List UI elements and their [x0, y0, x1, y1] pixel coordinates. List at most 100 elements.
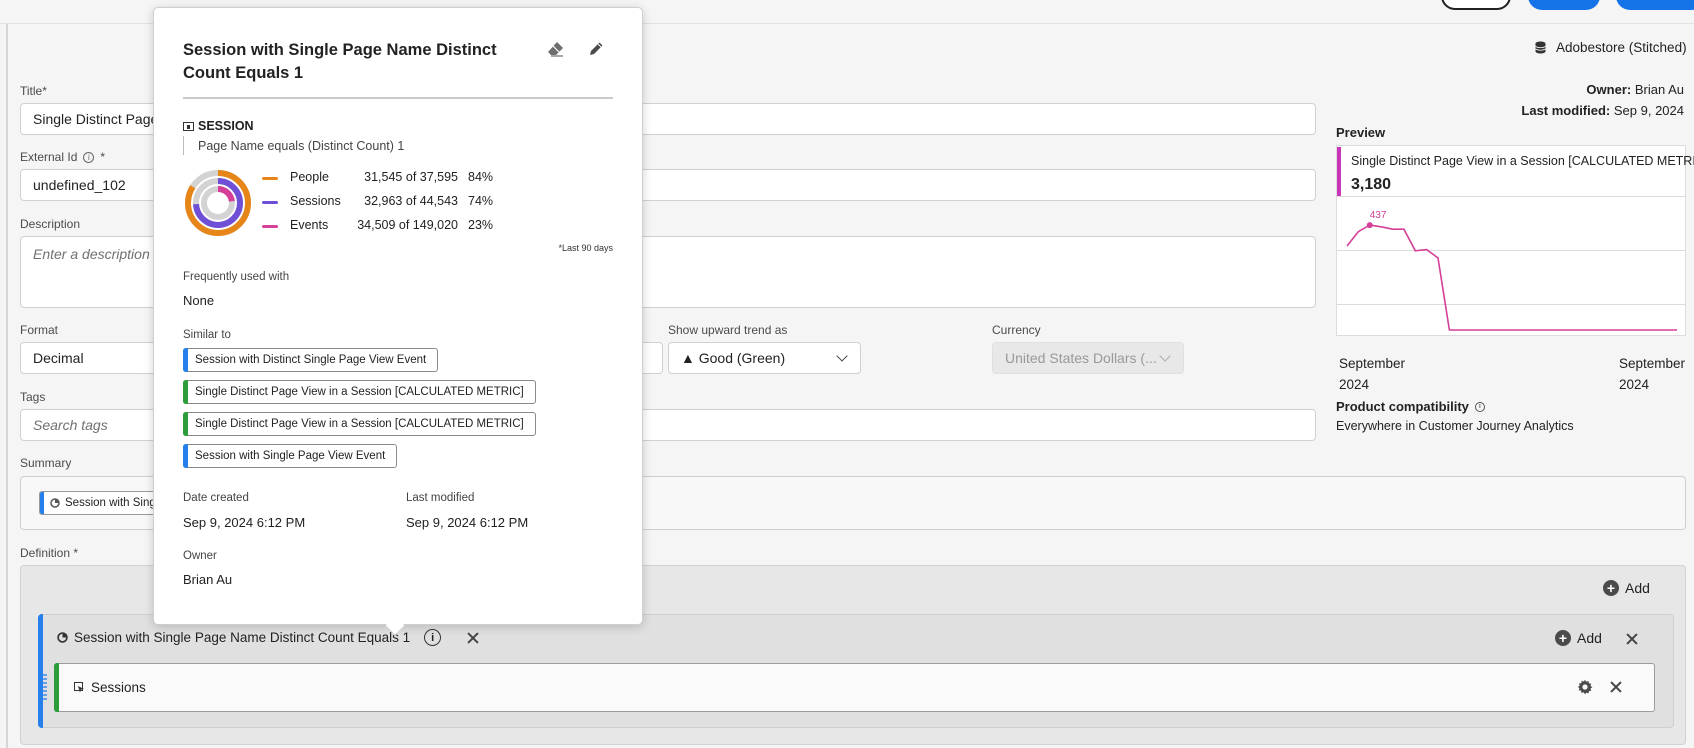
segment-add-button[interactable]: + Add	[1555, 630, 1602, 646]
preview-metric-name: Single Distinct Page View in a Session […	[1351, 154, 1694, 168]
left-divider	[6, 24, 8, 748]
similar-label: Similar to	[183, 329, 231, 341]
x-tick-start-year: 2024	[1339, 377, 1370, 392]
events-pct: 23%	[468, 218, 494, 232]
close-icon	[1626, 633, 1638, 645]
people-name: People	[290, 170, 329, 184]
trend-dropdown[interactable]: ▲ Good (Green)	[668, 342, 861, 374]
product-compat-label: Product compatibility i	[1336, 399, 1485, 414]
info-icon[interactable]: i	[1474, 401, 1485, 412]
currency-dropdown[interactable]: United States Dollars (...	[992, 342, 1184, 374]
format-value: Decimal	[33, 350, 84, 366]
similar-chip[interactable]: Single Distinct Page View in a Session […	[183, 412, 536, 436]
eraser-icon	[548, 42, 563, 57]
peak-label: 437	[1370, 210, 1387, 221]
popover-modified-label: Last modified	[406, 492, 475, 504]
info-icon[interactable]: i	[424, 629, 442, 646]
freq-value: None	[183, 293, 215, 308]
trend-value: ▲ Good (Green)	[681, 350, 786, 366]
owner-value: Brian Au	[1634, 82, 1684, 97]
last-modified-line: Last modified: Sep 9, 2024	[1521, 103, 1684, 118]
sessions-value: 32,963 of 44,543	[364, 194, 458, 208]
similar-chip-label: Single Distinct Page View in a Session […	[195, 418, 524, 430]
preview-total: 3,180	[1351, 176, 1392, 193]
tags-label: Tags	[20, 390, 46, 404]
add-circle-icon: +	[1555, 630, 1571, 646]
gear-icon	[1577, 679, 1593, 695]
similar-chip[interactable]: Single Distinct Page View in a Session […	[183, 380, 536, 404]
data-source-name: Adobestore (Stitched)	[1556, 40, 1687, 55]
events-value: 34,509 of 149,020	[357, 218, 458, 232]
freq-label: Frequently used with	[183, 271, 290, 283]
popover-title: Session with Single Page Name Distinct C…	[183, 41, 497, 82]
rule-text-value: Page Name equals (Distinct Count) 1	[198, 139, 405, 153]
container-type-label: SESSION	[198, 119, 254, 133]
events-legend-swatch	[262, 225, 278, 228]
data-source-selector[interactable]: Adobestore (Stitched)	[1535, 40, 1687, 55]
owner-label: Owner:	[1586, 82, 1632, 97]
product-compat-value: Everywhere in Customer Journey Analytics	[1336, 419, 1574, 433]
last-modified-value: Sep 9, 2024	[1613, 103, 1684, 118]
rule-text: Page Name equals (Distinct Count) 1	[183, 136, 404, 155]
save-button[interactable]	[1616, 0, 1694, 10]
peak-point	[1366, 222, 1373, 229]
remove-metric-button[interactable]	[1608, 679, 1624, 695]
popover-modified-value: Sep 9, 2024 6:12 PM	[406, 515, 529, 530]
sessions-legend-swatch	[262, 201, 278, 204]
popover-divider	[183, 97, 613, 99]
tags-placeholder: Search tags	[33, 417, 108, 433]
audience-donut-chart	[185, 170, 251, 236]
chevron-down-icon	[1159, 350, 1171, 362]
x-tick-end-month: September	[1619, 356, 1686, 371]
metric-icon	[74, 682, 84, 693]
description-label: Description	[20, 217, 81, 231]
edit-button[interactable]	[586, 40, 606, 58]
save-as-button[interactable]	[1528, 0, 1600, 10]
similar-chip[interactable]: Session with Distinct Single Page View E…	[183, 348, 439, 372]
remove-container-button[interactable]	[1624, 631, 1640, 647]
title-label: Title*	[20, 84, 47, 98]
last-modified-label: Last modified:	[1521, 103, 1611, 118]
preview-line-chart: 437	[1337, 196, 1685, 331]
summary-chip-label: Session with Singl	[65, 497, 159, 509]
preview-x-end: September 2024	[1619, 353, 1685, 395]
segment-add-label: Add	[1577, 630, 1602, 646]
required-mark: *	[100, 150, 106, 164]
preview-card: Single Distinct Page View in a Session […	[1336, 145, 1694, 336]
created-label: Date created	[183, 492, 249, 504]
trend-label: Show upward trend as	[668, 323, 788, 337]
segment-container-header: Session with Single Page Name Distinct C…	[57, 629, 481, 646]
x-tick-start-month: September	[1339, 356, 1406, 371]
container-type: SESSION	[183, 119, 254, 133]
summary-label: Summary	[20, 456, 72, 470]
definition-label: Definition *	[20, 546, 79, 560]
description-placeholder: Enter a description for	[33, 246, 170, 262]
events-name: Events	[290, 218, 329, 232]
add-circle-icon: +	[1603, 580, 1619, 596]
drag-handle-icon[interactable]	[43, 674, 47, 702]
format-label: Format	[20, 323, 59, 337]
x-tick-end-year: 2024	[1619, 377, 1650, 392]
preview-label: Preview	[1336, 125, 1386, 140]
segment-info-popover: Session with Single Page Name Distinct C…	[153, 7, 643, 636]
remove-segment-button[interactable]	[465, 630, 481, 646]
similar-chip-label: Session with Distinct Single Page View E…	[195, 354, 427, 366]
people-value: 31,545 of 37,595	[364, 170, 458, 184]
definition-add-label: Add	[1625, 580, 1650, 596]
close-icon	[1610, 681, 1622, 693]
preview-x-start: September 2024	[1339, 353, 1405, 395]
definition-add-button[interactable]: + Add	[1603, 580, 1650, 596]
external-id-label: External Id i *	[20, 150, 105, 164]
share-button[interactable]	[546, 40, 566, 58]
similar-chip[interactable]: Session with Single Page View Event	[183, 444, 398, 468]
people-legend-swatch	[262, 177, 278, 180]
metric-row[interactable]	[43, 663, 1655, 712]
pencil-icon	[590, 42, 603, 55]
info-icon[interactable]: i	[83, 151, 95, 163]
similar-chip-label: Single Distinct Page View in a Session […	[195, 386, 524, 398]
stats-footnote: *Last 90 days	[558, 243, 613, 253]
metric-settings-button[interactable]	[1576, 678, 1594, 696]
cancel-button[interactable]	[1441, 0, 1511, 10]
segment-icon	[57, 632, 68, 643]
chevron-down-icon	[836, 350, 848, 362]
